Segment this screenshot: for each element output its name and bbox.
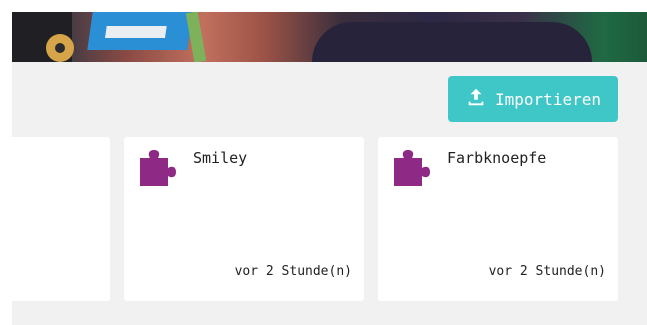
project-title: Smiley: [193, 149, 248, 167]
main-area: Importieren Smiley vor 2 Stunde(n) Farbk…: [12, 12, 647, 325]
upload-icon: [465, 86, 487, 112]
puzzle-icon: [138, 146, 176, 188]
project-title: Farbknoepfe: [447, 149, 547, 167]
project-card[interactable]: [12, 137, 110, 301]
hero-banner-image: [12, 12, 647, 62]
project-card[interactable]: Smiley vor 2 Stunde(n): [124, 137, 364, 301]
project-time: vor 2 Stunde(n): [234, 264, 352, 279]
project-time: vor 2 Stunde(n): [488, 264, 606, 279]
import-button[interactable]: Importieren: [448, 76, 618, 122]
puzzle-icon: [392, 146, 430, 188]
project-card[interactable]: Farbknoepfe vor 2 Stunde(n): [378, 137, 618, 301]
import-button-label: Importieren: [495, 89, 601, 109]
